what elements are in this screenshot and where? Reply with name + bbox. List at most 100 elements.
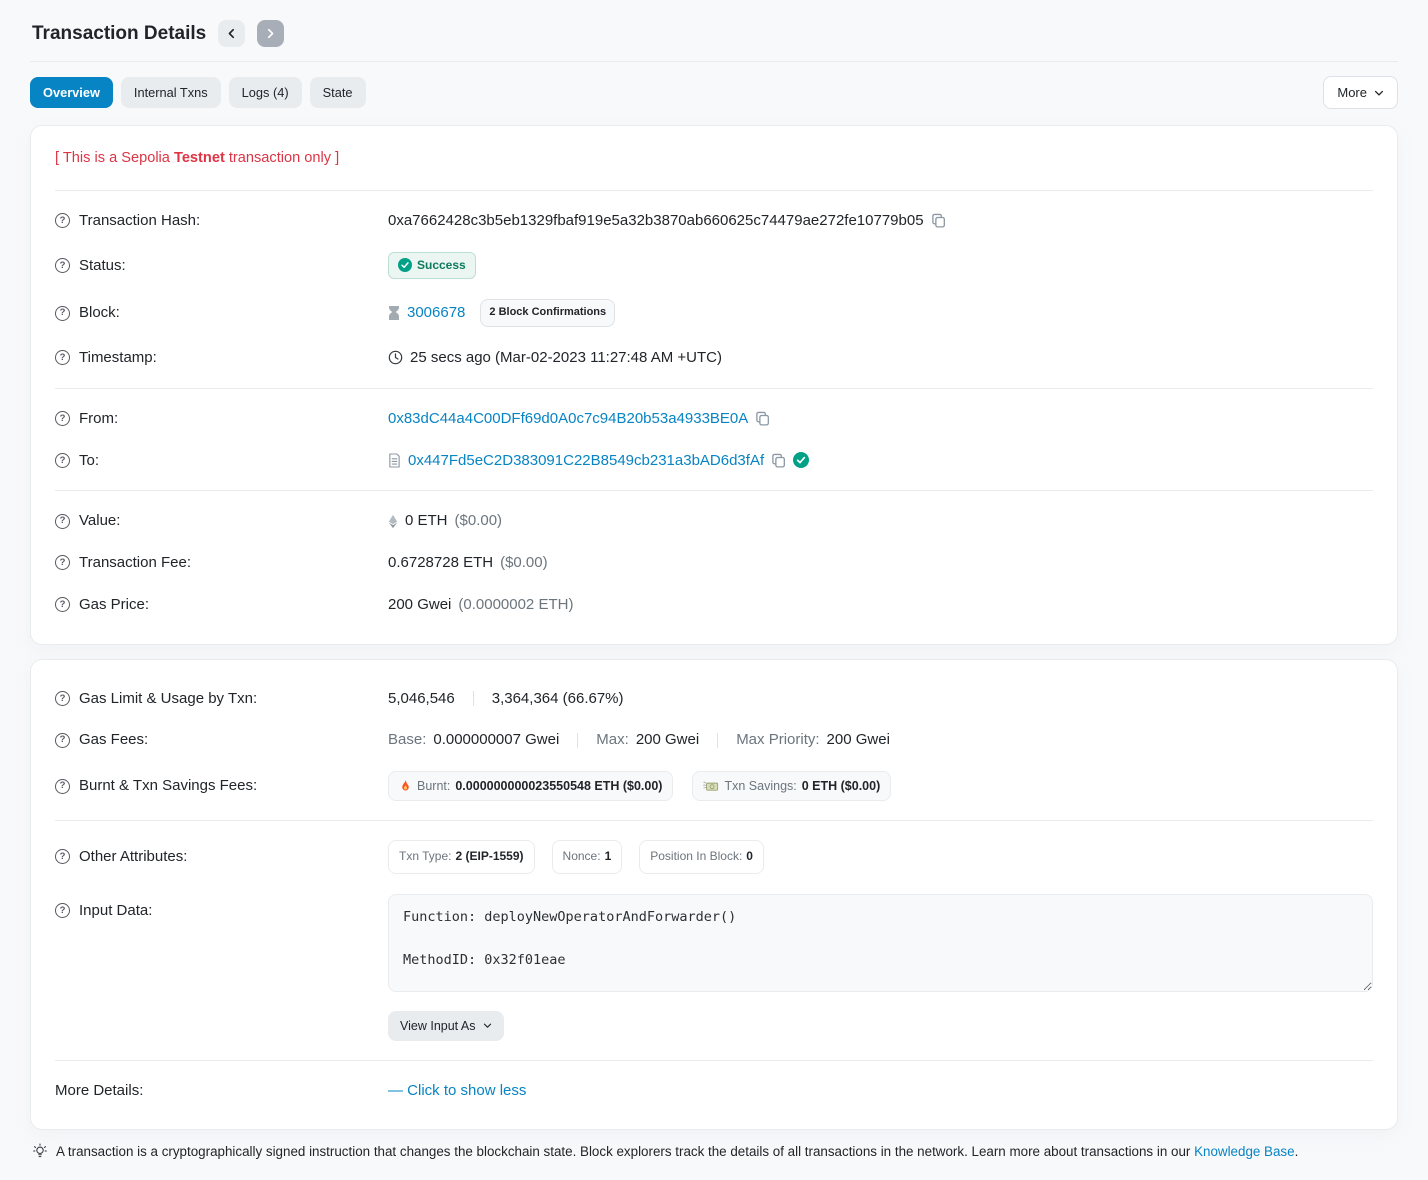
help-icon[interactable] <box>55 597 70 612</box>
contract-file-icon <box>388 453 401 468</box>
view-input-as-button[interactable]: View Input As <box>388 1011 504 1041</box>
tab-overview[interactable]: Overview <box>30 77 113 108</box>
block-label-group: Block: <box>55 302 388 324</box>
from-value-group: 0x83dC44a4C00DFf69d0A0c7c94B20b53a4933BE… <box>388 408 1373 430</box>
divider <box>55 820 1373 821</box>
hourglass-icon <box>388 306 400 320</box>
burnt-savings-label-group: Burnt & Txn Savings Fees: <box>55 775 388 797</box>
gas-limit-usage-row: Gas Limit & Usage by Txn: 5,046,546 3,36… <box>55 678 1373 720</box>
nonce-value: 1 <box>605 848 612 865</box>
gas-fees-row: Gas Fees: Base: 0.000000007 Gwei Max: 20… <box>55 719 1373 761</box>
timestamp-label-group: Timestamp: <box>55 347 388 369</box>
vertical-separator <box>577 733 578 748</box>
more-dropdown-button[interactable]: More <box>1323 76 1398 109</box>
tabs-row: Overview Internal Txns Logs (4) State Mo… <box>30 76 1398 109</box>
tab-state[interactable]: State <box>310 77 366 108</box>
gas-limit-usage-label-group: Gas Limit & Usage by Txn: <box>55 688 388 710</box>
gas-fees-max-priority-value: 200 Gwei <box>827 729 890 751</box>
help-icon[interactable] <box>55 849 70 864</box>
value-value-group: 0 ETH ($0.00) <box>388 510 1373 532</box>
help-icon[interactable] <box>55 555 70 570</box>
transaction-hash-label: Transaction Hash: <box>79 210 200 232</box>
transaction-hash-row: Transaction Hash: 0xa7662428c3b5eb1329fb… <box>55 200 1373 242</box>
transaction-fee-value-group: 0.6728728 ETH ($0.00) <box>388 552 1373 574</box>
value-label-group: Value: <box>55 510 388 532</box>
tab-internal-txns[interactable]: Internal Txns <box>121 77 221 108</box>
help-icon[interactable] <box>55 453 70 468</box>
help-icon[interactable] <box>55 779 70 794</box>
next-transaction-button[interactable] <box>257 20 284 47</box>
other-attributes-label: Other Attributes: <box>79 846 187 868</box>
chevron-down-icon <box>1374 88 1384 98</box>
block-number-link[interactable]: 3006678 <box>407 302 465 324</box>
burnt-fees-badge: Burnt: 0.000000000023550548 ETH ($0.00) <box>388 771 673 801</box>
help-icon[interactable] <box>55 350 70 365</box>
copy-icon[interactable] <box>931 213 946 228</box>
gas-price-value-group: 200 Gwei (0.0000002 ETH) <box>388 594 1373 616</box>
flame-icon <box>399 779 412 793</box>
previous-transaction-button[interactable] <box>218 20 245 47</box>
divider <box>55 1060 1373 1061</box>
copy-icon[interactable] <box>755 411 770 426</box>
more-details-label: More Details: <box>55 1080 143 1102</box>
help-icon[interactable] <box>55 903 70 918</box>
help-icon[interactable] <box>55 306 70 321</box>
transaction-hash-label-group: Transaction Hash: <box>55 210 388 232</box>
block-value-group: 3006678 2 Block Confirmations <box>388 299 1373 327</box>
burnt-fees-label: Burnt: <box>417 777 450 795</box>
value-label: Value: <box>79 510 120 532</box>
transaction-fee-label-group: Transaction Fee: <box>55 552 388 574</box>
block-confirmations-badge: 2 Block Confirmations <box>480 299 615 327</box>
to-address-link[interactable]: 0x447Fd5eC2D383091C22B8549cb231a3bAD6d3f… <box>408 450 764 472</box>
status-label: Status: <box>79 255 126 277</box>
position-in-block-badge: Position In Block: 0 <box>639 840 764 873</box>
txn-type-value: 2 (EIP-1559) <box>455 848 523 865</box>
input-data-row: Input Data: Function: deployNewOperatorA… <box>55 884 1373 1051</box>
gas-price-eth-equiv: (0.0000002 ETH) <box>458 594 573 616</box>
help-icon[interactable] <box>55 258 70 273</box>
value-row: Value: 0 ETH ($0.00) <box>55 500 1373 542</box>
to-label: To: <box>79 450 99 472</box>
gas-fees-max-value: 200 Gwei <box>636 729 699 751</box>
verified-check-circle-icon <box>793 452 809 468</box>
testnet-warning: [ This is a Sepolia Testnet transaction … <box>55 144 1373 181</box>
other-attributes-label-group: Other Attributes: <box>55 846 388 868</box>
from-label: From: <box>79 408 118 430</box>
timestamp-value-group: 25 secs ago (Mar-02-2023 11:27:48 AM +UT… <box>388 347 1373 369</box>
chevron-down-icon <box>483 1021 492 1030</box>
overview-card: [ This is a Sepolia Testnet transaction … <box>30 125 1398 645</box>
help-icon[interactable] <box>55 514 70 529</box>
tab-logs[interactable]: Logs (4) <box>229 77 302 108</box>
view-input-as-label: View Input As <box>400 1019 476 1033</box>
help-icon[interactable] <box>55 733 70 748</box>
help-icon[interactable] <box>55 213 70 228</box>
input-data-textarea[interactable]: Function: deployNewOperatorAndForwarder(… <box>388 894 1373 992</box>
txn-type-label: Txn Type: <box>399 848 451 865</box>
input-data-value-group: Function: deployNewOperatorAndForwarder(… <box>388 894 1373 1041</box>
divider <box>55 388 1373 389</box>
page-title: Transaction Details <box>32 23 206 45</box>
status-label-group: Status: <box>55 255 388 277</box>
from-address-link[interactable]: 0x83dC44a4C00DFf69d0A0c7c94B20b53a4933BE… <box>388 408 748 430</box>
help-icon[interactable] <box>55 411 70 426</box>
input-data-label-group: Input Data: <box>55 894 388 922</box>
gas-fees-value-group: Base: 0.000000007 Gwei Max: 200 Gwei Max… <box>388 729 1373 751</box>
vertical-separator <box>717 733 718 748</box>
show-less-link[interactable]: — Click to show less <box>388 1080 526 1102</box>
value-usd: ($0.00) <box>455 510 503 532</box>
to-label-group: To: <box>55 450 388 472</box>
other-attributes-row: Other Attributes: Txn Type: 2 (EIP-1559)… <box>55 830 1373 883</box>
help-icon[interactable] <box>55 691 70 706</box>
txn-savings-value: 0 ETH ($0.00) <box>802 777 881 795</box>
transaction-hash-value-group: 0xa7662428c3b5eb1329fbaf919e5a32b3870ab6… <box>388 210 1373 232</box>
copy-icon[interactable] <box>771 453 786 468</box>
testnet-warning-suffix: transaction only ] <box>225 150 339 166</box>
testnet-warning-prefix: [ This is a Sepolia <box>55 150 174 166</box>
page: Transaction Details Overview Internal Tx… <box>0 0 1428 1180</box>
knowledge-base-link[interactable]: Knowledge Base <box>1194 1144 1295 1159</box>
tabs: Overview Internal Txns Logs (4) State <box>30 77 366 108</box>
divider <box>55 190 1373 191</box>
status-badge: Success <box>388 252 476 279</box>
lightbulb-icon <box>32 1143 48 1159</box>
transaction-fee-label: Transaction Fee: <box>79 552 191 574</box>
